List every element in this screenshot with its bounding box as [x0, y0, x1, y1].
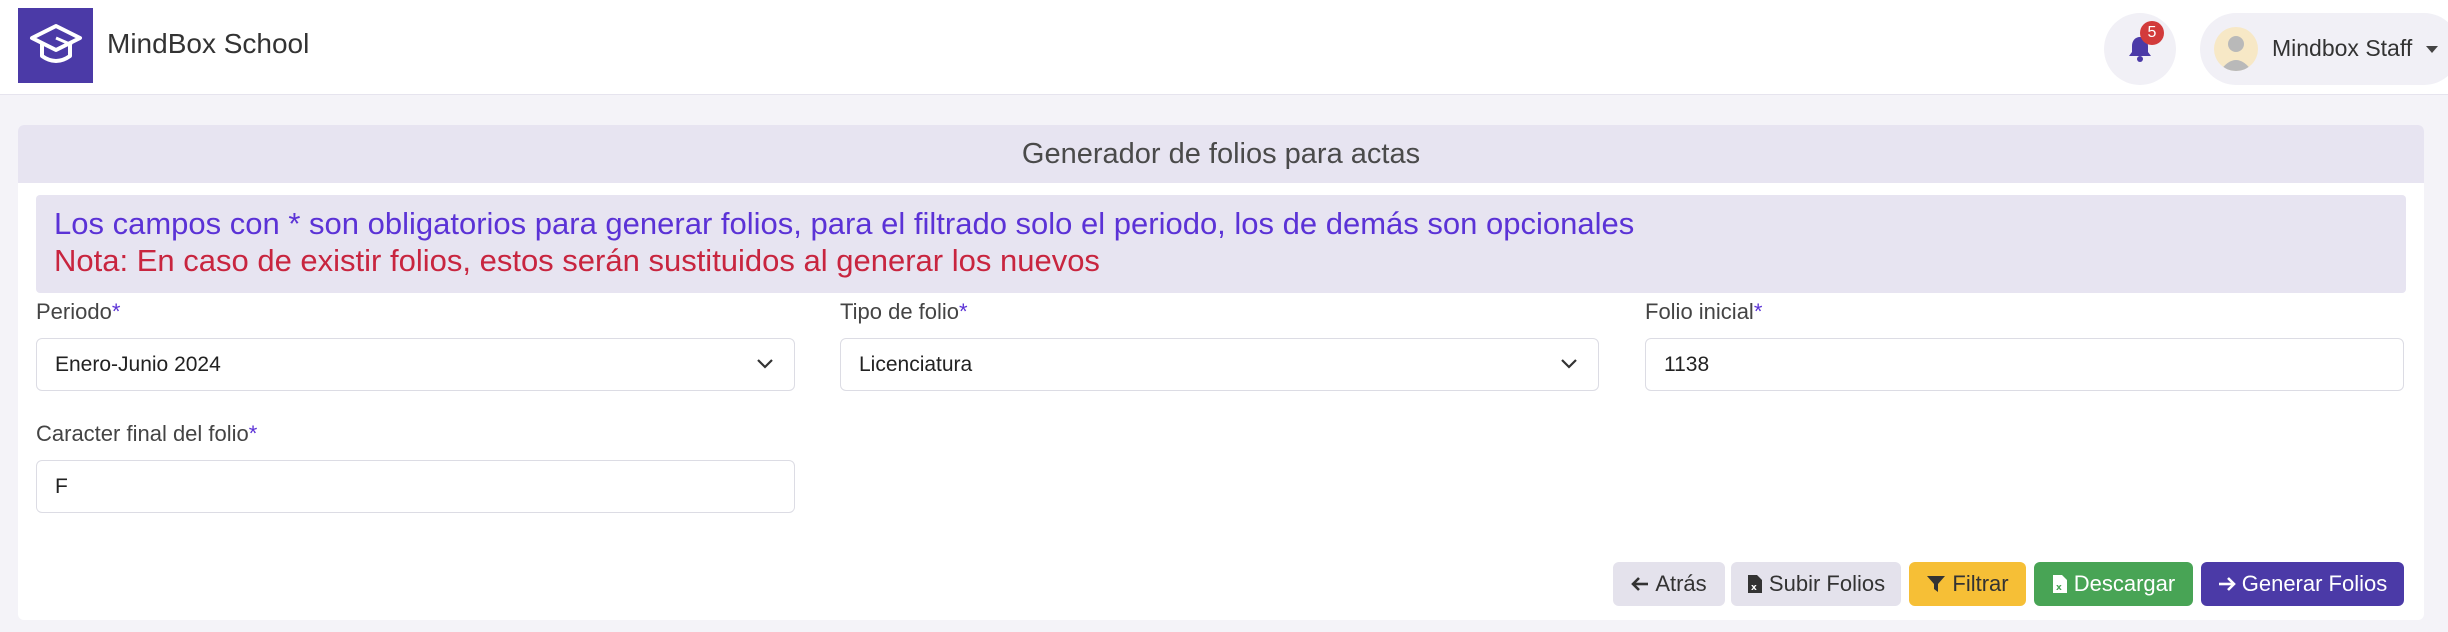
app-name: MindBox School: [107, 28, 310, 59]
back-button[interactable]: Atrás: [1613, 562, 1725, 606]
required-mark: *: [248, 421, 258, 446]
card-title: Generador de folios para actas: [18, 125, 2424, 183]
filter-icon: [1927, 576, 1946, 592]
tipo-folio-value: Licenciatura: [859, 352, 973, 376]
user-name: Mindbox Staff: [2272, 35, 2413, 61]
download-button[interactable]: x Descargar: [2034, 562, 2193, 606]
arrow-left-icon: [1631, 577, 1649, 591]
generate-folios-button[interactable]: Generar Folios: [2201, 562, 2404, 606]
top-navbar: MindBox School 5 Mindbox Staff: [0, 0, 2448, 95]
avatar: [2214, 27, 2258, 71]
info-notice: Los campos con * son obligatorios para g…: [36, 195, 2406, 293]
caracter-final-value: F: [55, 474, 68, 498]
required-mark: *: [111, 299, 121, 324]
upload-folios-button[interactable]: x Subir Folios: [1731, 562, 1901, 606]
filter-button[interactable]: Filtrar: [1909, 562, 2026, 606]
arrow-right-icon: [2218, 577, 2236, 591]
graduation-cap-icon: [29, 23, 82, 63]
chevron-down-icon: [1561, 359, 1577, 369]
periodo-select[interactable]: Enero-Junio 2024: [36, 338, 795, 391]
chevron-down-icon: [757, 359, 773, 369]
tipo-folio-select[interactable]: Licenciatura: [840, 338, 1599, 391]
excel-file-icon: x: [1747, 575, 1762, 593]
folio-inicial-label: Folio inicial*: [1645, 299, 1763, 324]
folio-generator-card: Generador de folios para actas Los campo…: [18, 125, 2424, 620]
folio-inicial-value: 1138: [1664, 352, 1710, 376]
periodo-value: Enero-Junio 2024: [55, 352, 221, 376]
app-logo[interactable]: [18, 8, 93, 83]
notice-replacement-warning: Nota: En caso de existir folios, estos s…: [54, 243, 1100, 278]
svg-text:x: x: [2056, 583, 2062, 593]
periodo-label: Periodo*: [36, 299, 121, 324]
notifications-button[interactable]: [2104, 13, 2176, 85]
tipo-folio-label: Tipo de folio*: [840, 299, 968, 324]
folio-inicial-input[interactable]: 1138: [1645, 338, 2404, 391]
caret-down-icon: [2426, 46, 2438, 53]
user-menu[interactable]: Mindbox Staff: [2200, 13, 2448, 85]
notifications-badge: 5: [2140, 21, 2164, 45]
notice-required-fields: Los campos con * son obligatorios para g…: [54, 206, 1635, 241]
excel-file-icon: x: [2052, 575, 2067, 593]
caracter-final-input[interactable]: F: [36, 460, 795, 513]
required-mark: *: [959, 299, 968, 324]
svg-text:x: x: [1751, 583, 1757, 593]
required-mark: *: [1753, 299, 1763, 324]
caracter-final-label: Caracter final del folio*: [36, 421, 258, 446]
user-avatar-icon: [2220, 36, 2252, 71]
